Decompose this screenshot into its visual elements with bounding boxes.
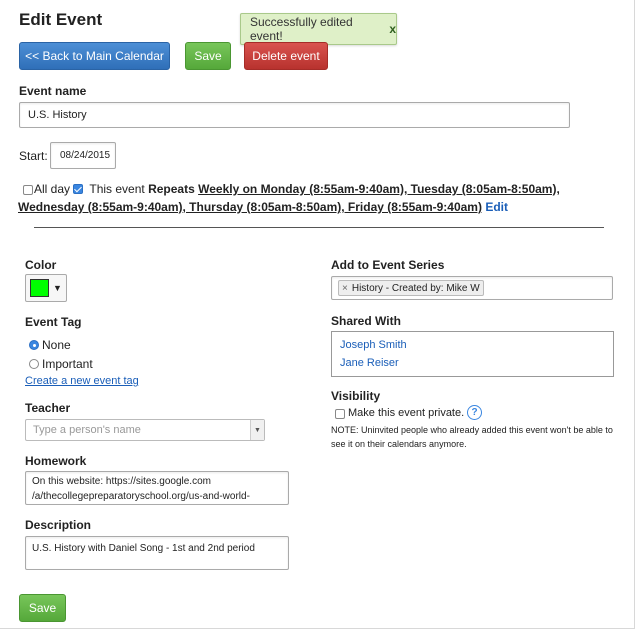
page-frame (0, 0, 635, 629)
chevron-down-icon: ▼ (53, 283, 62, 293)
edit-repeat-link[interactable]: Edit (485, 200, 508, 214)
shared-with-label: Shared With (331, 314, 401, 328)
description-label: Description (25, 518, 92, 532)
description-textarea[interactable]: U.S. History with Daniel Song - 1st and … (25, 536, 289, 570)
section-divider (34, 227, 604, 228)
event-name-label: Event name (19, 84, 87, 98)
series-chip: × History - Created by: Mike W (338, 280, 484, 296)
page-title: Edit Event (19, 10, 103, 29)
start-date-value: 08/24/2015 (60, 150, 111, 161)
start-label: Start: (19, 149, 48, 163)
homework-label: Homework (25, 454, 87, 468)
save-button[interactable]: Save (185, 42, 231, 70)
chevron-down-icon: ▼ (250, 420, 264, 440)
shared-person[interactable]: Joseph Smith (340, 339, 407, 351)
back-to-calendar-button[interactable]: << Back to Main Calendar (19, 42, 170, 70)
tag-important-radio[interactable] (29, 359, 39, 369)
event-name-input[interactable]: U.S. History (19, 102, 570, 128)
shared-with-list: Joseph Smith Jane Reiser (331, 331, 614, 377)
delete-event-button[interactable]: Delete event (244, 42, 328, 70)
teacher-select[interactable]: Type a person's name ▼ (25, 419, 265, 441)
teacher-label: Teacher (25, 401, 71, 415)
event-series-input[interactable]: × History - Created by: Mike W (331, 276, 613, 300)
help-icon[interactable]: ? (467, 405, 482, 420)
start-date-input[interactable]: 08/24/2015 (50, 142, 116, 169)
private-checkbox[interactable] (335, 409, 345, 419)
color-swatch (30, 279, 49, 297)
close-icon[interactable]: × (342, 283, 348, 294)
color-picker[interactable]: ▼ (25, 274, 67, 302)
notification-close-button[interactable]: x (389, 22, 396, 36)
color-label: Color (25, 258, 57, 272)
event-tag-label: Event Tag (25, 315, 82, 329)
create-event-tag-link[interactable]: Create a new event tag (25, 375, 139, 387)
tag-none-label: None (42, 338, 71, 352)
event-series-label: Add to Event Series (331, 258, 445, 272)
homework-textarea[interactable]: On this website: https://sites.google.co… (25, 471, 289, 505)
repeats-keyword: Repeats (148, 182, 195, 196)
visibility-note: NOTE: Uninvited people who already added… (331, 425, 613, 449)
all-day-label: All day (34, 182, 71, 196)
private-label: Make this event private. (348, 407, 465, 419)
tag-important-label: Important (42, 357, 93, 371)
tag-none-radio[interactable] (29, 340, 39, 350)
shared-person[interactable]: Jane Reiser (340, 357, 399, 369)
footer-save-button[interactable]: Save (19, 594, 66, 622)
visibility-label: Visibility (331, 389, 381, 403)
notification-message: Successfully edited event! (250, 15, 353, 43)
success-notification: Successfully edited event! x (240, 13, 397, 45)
teacher-placeholder: Type a person's name (33, 424, 141, 436)
repeat-prefix: This event (89, 182, 149, 196)
repeat-description: All day This event Repeats Weekly on Mon… (18, 180, 618, 216)
event-name-value: U.S. History (28, 109, 87, 121)
series-chip-label: History - Created by: Mike W (351, 282, 480, 294)
